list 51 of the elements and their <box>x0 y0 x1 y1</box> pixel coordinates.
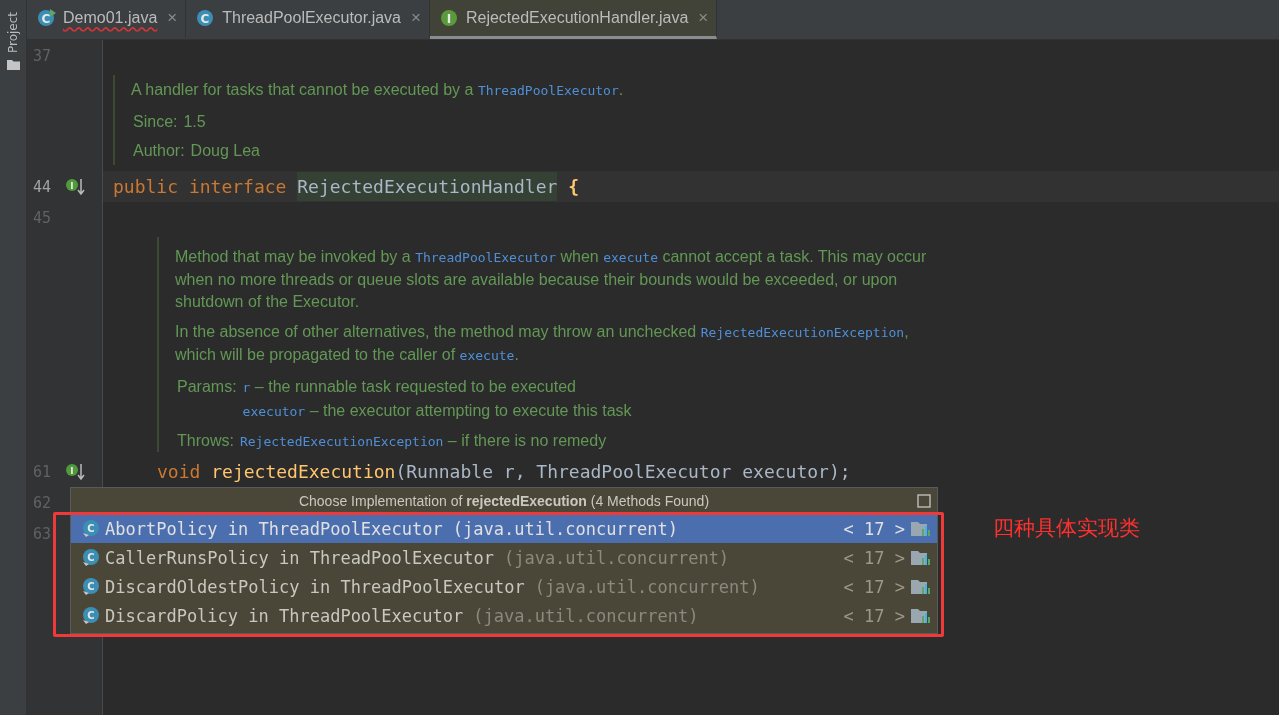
class-name: CallerRunsPolicy in ThreadPoolExecutor <box>105 547 494 568</box>
close-icon[interactable]: × <box>167 8 178 28</box>
close-icon[interactable]: × <box>411 8 421 28</box>
language-level: < 17 > <box>843 547 905 568</box>
doc-tag-value: executor – the executor attempting to execute this task <box>242 401 632 421</box>
package-name: (java.util.concurrent) <box>452 518 678 539</box>
editor-tab[interactable]: C ThreadPoolExecutor.java × <box>186 0 430 39</box>
folder-chart-icon <box>911 520 931 537</box>
popup-title: Choose Implementation of rejectedExecution (4 Methods Found) <box>298 493 710 509</box>
class-icon: C <box>81 605 101 626</box>
package-name: (java.util.concurrent) <box>503 547 730 568</box>
package-name: (java.util.concurrent) <box>534 576 760 597</box>
doc-tag-label: Throws: <box>177 431 234 451</box>
folder-chart-icon <box>911 578 931 595</box>
annotation-text: 四种具体实现类 <box>993 515 1140 542</box>
implementation-item[interactable]: C AbortPolicy in ThreadPoolExecutor (java.util.concurrent) < 17 > <box>71 514 937 543</box>
package-name: (java.util.concurrent) <box>473 605 699 626</box>
code-line: void rejectedExecution(Runnable r, ThreadPoolExecutor executor); <box>157 461 851 482</box>
close-icon[interactable]: × <box>698 8 709 28</box>
file-type-icon: I <box>439 8 460 28</box>
doc-tag-value: 1.5 <box>183 112 206 132</box>
project-tool-tab[interactable]: Project <box>6 12 20 54</box>
folder-chart-icon <box>911 549 931 566</box>
doc-paragraph: A handler for tasks that cannot be executed by a ThreadPoolExecutor. <box>131 80 625 100</box>
doc-tag-label: Since: <box>133 112 178 132</box>
language-level: < 17 > <box>843 576 905 597</box>
doc-tag-value: Doug Lea <box>190 141 260 161</box>
file-type-icon: C <box>37 8 57 28</box>
folder-chart-icon <box>911 607 931 624</box>
language-level: < 17 > <box>843 605 905 626</box>
implementation-item[interactable]: C DiscardOldestPolicy in ThreadPoolExecutor (java.util.concurrent) < 17 > <box>71 572 937 601</box>
language-level: < 17 > <box>843 518 905 539</box>
class-icon: C <box>81 518 101 539</box>
doc-paragraph: In the absence of other alternatives, the method may throw an unchecked RejectedExecutionException, which will be propagated to the caller of execute. <box>175 322 910 365</box>
editor-tab[interactable]: C Demo01.java × <box>27 0 187 39</box>
doc-tag-label: Author: <box>133 141 185 161</box>
editor-tab[interactable]: I RejectedExecutionHandler.java × <box>429 0 718 39</box>
class-name: DiscardPolicy in ThreadPoolExecutor <box>105 605 464 626</box>
doc-paragraph: Method that may be invoked by a ThreadPoolExecutor when execute cannot accept a task. This may occur when no more threads or queue slots are available because their bounds would be exceeded, or upon shutdown of the Executor. <box>175 247 928 312</box>
folder-icon <box>6 59 20 71</box>
class-name: AbortPolicy in ThreadPoolExecutor <box>105 518 443 539</box>
doc-tag-value: RejectedExecutionException – if there is no remedy <box>239 431 607 451</box>
line-number: 44 <box>31 177 51 196</box>
class-icon: C <box>81 576 101 597</box>
class-name: DiscardOldestPolicy in ThreadPoolExecutor <box>105 576 525 597</box>
implementation-item[interactable]: C DiscardPolicy in ThreadPoolExecutor (java.util.concurrent) < 17 > <box>71 601 937 630</box>
doc-tag-value: r – the runnable task requested to be executed <box>242 377 577 397</box>
implementation-item[interactable]: C CallerRunsPolicy in ThreadPoolExecutor (java.util.concurrent) < 17 > <box>71 543 937 572</box>
maximize-icon[interactable] <box>917 494 931 508</box>
class-icon: C <box>81 547 101 568</box>
doc-tag-label: Params: <box>177 377 237 397</box>
